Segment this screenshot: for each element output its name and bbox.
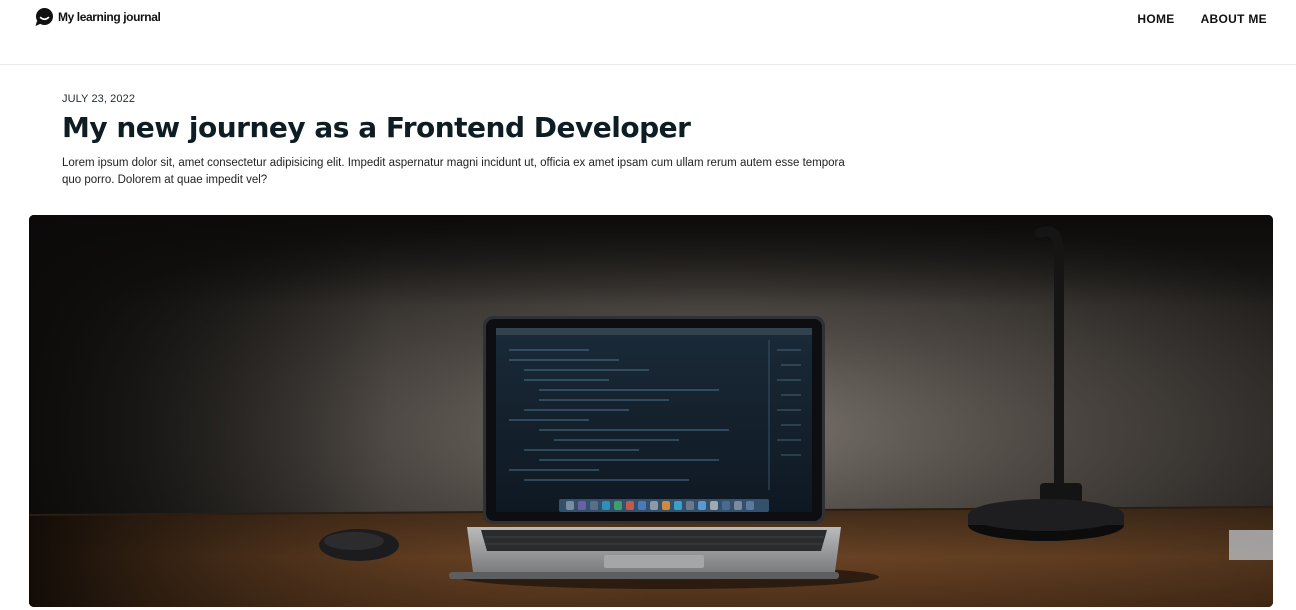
site-header: My learning journal HOME ABOUT ME	[0, 0, 1296, 65]
post-header: JULY 23, 2022 My new journey as a Fronte…	[62, 93, 852, 188]
post-title: My new journey as a Frontend Developer	[62, 111, 691, 144]
logo-text: My learning journal	[58, 10, 161, 24]
site-logo[interactable]: My learning journal	[34, 7, 161, 27]
post-date: JULY 23, 2022	[62, 93, 136, 105]
hero-image	[29, 215, 1273, 607]
nav-about-me-link[interactable]: ABOUT ME	[1201, 12, 1267, 26]
main-nav: HOME ABOUT ME	[1137, 12, 1267, 26]
nav-home-link[interactable]: HOME	[1137, 12, 1174, 26]
chat-bubble-icon	[35, 8, 53, 26]
post-excerpt: Lorem ipsum dolor sit, amet consectetur …	[62, 157, 845, 186]
laptop-desk-photo	[29, 215, 1273, 607]
